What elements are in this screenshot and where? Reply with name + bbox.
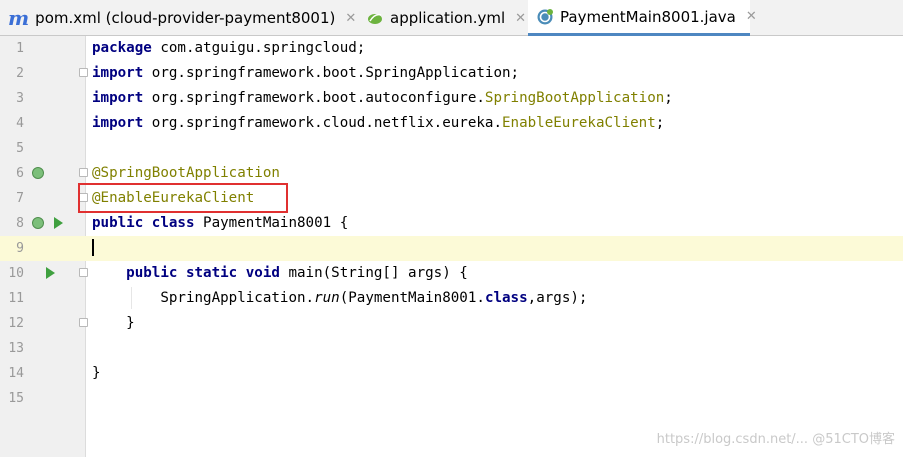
code-line[interactable]: 2 import org.springframework.boot.SpringA… [0, 61, 903, 86]
code-text: import org.springframework.boot.SpringAp… [92, 61, 519, 86]
run-gutter-icon[interactable] [54, 217, 63, 229]
spring-leaf-icon [366, 9, 384, 27]
code-line[interactable]: 4 import org.springframework.cloud.netfli… [0, 111, 903, 136]
code-line[interactable]: 3 import org.springframework.boot.autocon… [0, 86, 903, 111]
code-token: class [151, 215, 195, 231]
spring-bean-icon[interactable] [32, 217, 44, 229]
code-text: } [92, 361, 101, 386]
code-line[interactable]: 5 [0, 136, 903, 161]
fold-marker-icon[interactable] [79, 268, 88, 277]
code-token: org.springframework.boot.autoconfigure. [143, 90, 485, 106]
line-number: 4 [16, 116, 24, 131]
code-line[interactable]: 14} [0, 361, 903, 386]
code-line[interactable]: 13 [0, 336, 903, 361]
code-text: public class PaymentMain8001 { [92, 211, 348, 236]
tab-label: pom.xml (cloud-provider-payment8001) [35, 9, 336, 27]
code-token: com.atguigu.springcloud; [151, 40, 366, 56]
spring-class-icon [536, 8, 554, 26]
code-text: import org.springframework.cloud.netflix… [92, 111, 664, 136]
line-number: 10 [8, 266, 24, 281]
code-text: SpringApplication.run(PaymentMain8001.cl… [92, 286, 587, 311]
code-token: main(String[] args) { [279, 265, 468, 281]
run-gutter-icon[interactable] [46, 267, 55, 279]
code-line[interactable]: 8 public class PaymentMain8001 { [0, 211, 903, 236]
tab-application-yml[interactable]: application.yml ✕ [366, 0, 526, 36]
close-icon[interactable]: ✕ [515, 11, 526, 26]
code-token: void [245, 265, 280, 281]
code-text: package com.atguigu.springcloud; [92, 36, 365, 61]
code-text: import org.springframework.boot.autoconf… [92, 86, 673, 111]
code-token: public [92, 215, 144, 231]
code-token: static [185, 265, 238, 281]
code-line[interactable]: 1 package com.atguigu.springcloud; [0, 36, 903, 61]
line-number: 12 [8, 316, 24, 331]
code-token: import [92, 90, 144, 106]
code-token: public [126, 265, 178, 281]
line-number: 8 [16, 216, 24, 231]
code-token: ; [655, 115, 665, 131]
line-number: 6 [16, 166, 24, 181]
code-token: @SpringBootApplication [92, 165, 280, 181]
tab-paymentmain8001-java[interactable]: PaymentMain8001.java ✕ [528, 0, 757, 36]
code-text: } [92, 311, 135, 336]
code-token: org.springframework.boot.SpringApplicati… [143, 65, 520, 81]
code-token: org.springframework.cloud.netflix.eureka… [143, 115, 502, 131]
fold-marker-icon[interactable] [79, 68, 88, 77]
code-token: ; [664, 90, 673, 106]
line-number: 15 [8, 391, 24, 406]
line-number: 7 [16, 191, 24, 206]
code-token: SpringBootApplication [484, 90, 665, 106]
line-number: 11 [8, 291, 24, 306]
code-token: import [92, 65, 144, 81]
code-line[interactable]: 15 [0, 386, 903, 411]
line-number: 2 [16, 66, 24, 81]
code-token: ,args); [527, 290, 588, 306]
line-number: 14 [8, 366, 24, 381]
code-token: run [314, 290, 340, 306]
code-line[interactable]: 11 SpringApplication.run(PaymentMain8001… [0, 286, 903, 311]
close-icon[interactable]: ✕ [345, 11, 356, 26]
watermark: https://blog.csdn.net/... @51CTO博客 [656, 432, 895, 447]
tab-label: application.yml [390, 9, 506, 27]
code-text: public static void main(String[] args) { [92, 261, 468, 286]
code-token: } [92, 315, 135, 331]
code-token: import [92, 115, 144, 131]
code-token: class [484, 290, 528, 306]
line-number: 3 [16, 91, 24, 106]
tab-label: PaymentMain8001.java [560, 7, 736, 26]
line-number: 1 [16, 41, 24, 56]
line-number: 13 [8, 341, 24, 356]
code-line[interactable]: 9 [0, 236, 903, 261]
fold-marker-icon[interactable] [79, 318, 88, 327]
code-line[interactable]: 10 public static void main(String[] args… [0, 261, 903, 286]
close-icon[interactable]: ✕ [746, 9, 757, 24]
editor-tab-bar: m pom.xml (cloud-provider-payment8001) ✕… [0, 0, 903, 36]
code-token: } [92, 365, 101, 381]
fold-marker-icon[interactable] [79, 168, 88, 177]
text-caret [92, 239, 94, 256]
code-token: (PaymentMain8001. [339, 290, 485, 306]
maven-m-icon: m [8, 6, 30, 30]
code-line[interactable]: 12 } [0, 311, 903, 336]
code-token: PaymentMain8001 { [194, 215, 349, 231]
code-token: package [92, 40, 152, 56]
tab-pom-xml[interactable]: m pom.xml (cloud-provider-payment8001) ✕ [8, 0, 360, 36]
line-number: 9 [16, 241, 24, 256]
code-token: SpringApplication. [92, 290, 315, 306]
code-token: EnableEurekaClient [502, 115, 656, 131]
spring-bean-icon[interactable] [32, 167, 44, 179]
indent-guide [131, 287, 132, 309]
line-number: 5 [16, 141, 24, 156]
annotation-highlight-box [78, 183, 288, 213]
